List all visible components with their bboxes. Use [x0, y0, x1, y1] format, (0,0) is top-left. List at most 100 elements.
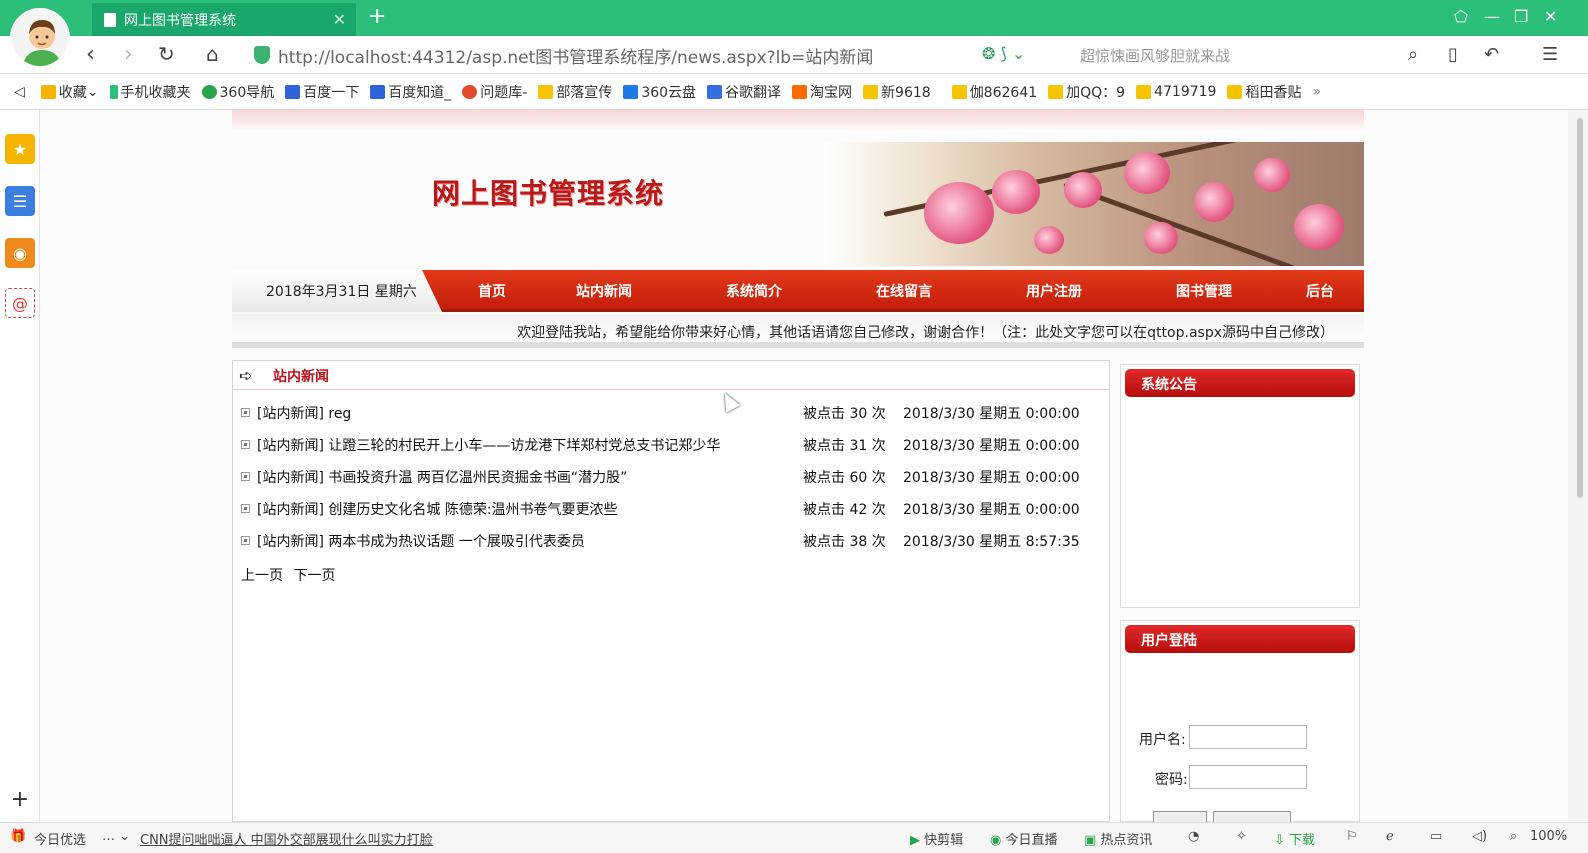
nav-message[interactable]: 在线留言 — [876, 281, 932, 301]
page-viewport: 网上图书管理系统 2018年3月31日 星期六 首页 站内新闻 系统简介 在线留… — [40, 110, 1568, 822]
nav-admin[interactable]: 后台 — [1306, 281, 1334, 301]
url-text[interactable]: http://localhost:44312/asp.net图书管理系统程序/n… — [278, 43, 873, 68]
prev-page-link[interactable]: 上一页 — [241, 568, 283, 584]
bookmarks-collapse-icon[interactable]: ◁ — [14, 84, 25, 100]
home-icon[interactable]: ⌂ — [206, 42, 219, 66]
bookmark-item[interactable]: 问题库- — [462, 82, 527, 102]
bookmark-item[interactable]: 百度一下 — [285, 82, 359, 102]
play-circle-icon: ◉ — [990, 833, 1006, 848]
bookmark-item[interactable]: 手机收藏夹 — [109, 82, 191, 102]
mail-icon[interactable]: @ — [5, 288, 35, 318]
download-item[interactable]: ⇩ 下载 — [1274, 829, 1315, 848]
nav-home[interactable]: 首页 — [478, 281, 506, 301]
back-icon[interactable]: ‹ — [86, 42, 95, 67]
bookmark-item[interactable]: 加QQ：9 — [1048, 82, 1125, 102]
login-button[interactable] — [1153, 811, 1207, 822]
nav-intro[interactable]: 系统简介 — [726, 281, 782, 301]
blossom — [1064, 172, 1102, 208]
news-hits: 被点击 30 次 — [803, 406, 886, 422]
shield-icon — [254, 46, 270, 64]
play-icon: ▶ — [910, 833, 925, 848]
next-page-link[interactable]: 下一页 — [293, 568, 335, 584]
folder-icon — [538, 84, 554, 99]
today-pick-link[interactable]: 今日优选 — [34, 829, 86, 848]
news-section-title: 站内新闻 — [273, 369, 329, 385]
search-suggestion[interactable]: 超惊悚画风够胆就来战 — [1080, 45, 1230, 66]
bookmark-item[interactable]: 百度知道_ — [370, 82, 451, 102]
reload-icon[interactable]: ↻ — [158, 42, 175, 66]
scrollbar-thumb[interactable] — [1577, 118, 1583, 498]
bookmark-item[interactable]: 4719719 — [1136, 84, 1216, 100]
register-button[interactable] — [1213, 811, 1291, 822]
forward-icon[interactable]: › — [124, 42, 133, 67]
search-icon[interactable]: ⌕ — [1408, 44, 1418, 65]
skin-icon[interactable]: ⬠ — [1454, 7, 1468, 26]
live-item[interactable]: ◉ 今日直播 — [990, 829, 1058, 848]
news-title-link[interactable]: [站内新闻] 书画投资升温 两百亿温州民资掘金书画“潜力股” — [257, 467, 627, 487]
bookmark-item[interactable]: 伽862641 — [951, 82, 1037, 102]
url-field[interactable]: http://localhost:44312/asp.net图书管理系统程序/n… — [254, 41, 1054, 69]
folder-icon — [863, 84, 879, 99]
bookmark-item[interactable]: 360导航 — [201, 82, 275, 102]
minimize-icon[interactable]: — — [1484, 7, 1500, 26]
pin-icon[interactable]: ✧ — [1236, 829, 1247, 844]
bookmark-label: 手机收藏夹 — [120, 84, 191, 101]
bookmark-item[interactable]: 收藏 ⌄ — [40, 82, 99, 102]
add-icon[interactable]: + — [5, 784, 35, 814]
close-window-icon[interactable]: ✕ — [1544, 7, 1557, 26]
window-icon[interactable]: ▭ — [1430, 829, 1442, 844]
speed-icon[interactable]: ❂ ⟆ ⌄ — [982, 44, 1025, 63]
headline-link[interactable]: CNN提问咄咄逼人 中国外交部展现什么叫实力打脸 — [140, 829, 433, 848]
bookmark-item[interactable]: 部落宣传 — [538, 82, 612, 102]
bookmark-item[interactable]: 360云盘 — [623, 82, 696, 102]
news-title-link[interactable]: [站内新闻] 创建历史文化名城 陈德荣:温州书卷气要更浓些 — [257, 499, 618, 519]
bookmark-label: 360云盘 — [641, 84, 697, 101]
s-logo-icon — [462, 84, 478, 99]
more-bookmarks-icon[interactable]: » — [1312, 84, 1321, 100]
blossom — [1294, 204, 1344, 250]
favorites-star-icon[interactable]: ★ — [5, 134, 35, 164]
news-date: 2018/3/30 星期五 0:00:00 — [903, 470, 1080, 486]
blossom — [924, 182, 994, 244]
ie-icon[interactable]: ℯ — [1386, 829, 1394, 844]
news-title-link[interactable]: [站内新闻] reg — [257, 403, 351, 423]
undo-icon[interactable]: ↶ — [1484, 44, 1499, 65]
bookmark-item[interactable]: 新9618 — [863, 82, 931, 102]
username-label: 用户名: — [1139, 732, 1186, 748]
news-hits: 被点击 38 次 — [803, 534, 886, 550]
list-icon[interactable]: ☰ — [5, 186, 35, 216]
flag-icon[interactable]: ⚐ — [1346, 829, 1358, 844]
bookmark-label: 360导航 — [219, 84, 275, 101]
news-item[interactable]: ▣ 热点资讯 — [1084, 829, 1152, 848]
notice-box: 系统公告 — [1120, 364, 1360, 608]
nav-books[interactable]: 图书管理 — [1176, 281, 1232, 301]
status-label: 热点资讯 — [1100, 833, 1153, 848]
welcome-text: 欢迎登陆我站，希望能给你带来好心情，其他话语请您自己修改，谢谢合作！（注：此处文… — [517, 325, 1334, 341]
zoom-level[interactable]: 100% — [1530, 829, 1567, 844]
bookmark-label: 百度一下 — [303, 84, 360, 101]
username-input[interactable] — [1189, 725, 1307, 749]
restore-icon[interactable]: ❐ — [1514, 7, 1528, 26]
page-icon — [104, 12, 116, 27]
menu-icon[interactable]: ☰ — [1542, 44, 1558, 65]
video-edit-item[interactable]: ▶ 快剪辑 — [910, 829, 963, 848]
password-input[interactable] — [1189, 765, 1307, 789]
nav-register[interactable]: 用户注册 — [1026, 281, 1082, 301]
bookmark-item[interactable]: 淘宝网 — [792, 82, 852, 102]
news-date: 2018/3/30 星期五 8:57:35 — [903, 534, 1080, 550]
nav-news[interactable]: 站内新闻 — [576, 281, 632, 301]
tab-active[interactable]: 网上图书管理系统 ✕ — [92, 3, 356, 36]
zoom-icon[interactable]: ⌕ — [1510, 829, 1517, 844]
bookmark-item[interactable]: 稻田香贴 — [1227, 82, 1301, 102]
sound-icon[interactable]: ◁) — [1472, 829, 1487, 844]
bookmark-item[interactable]: 谷歌翻译 — [707, 82, 781, 102]
user-avatar[interactable] — [10, 8, 70, 68]
news-title-link[interactable]: [站内新闻] 两本书成为热议话题 一个展吸引代表委员 — [257, 531, 585, 551]
reader-icon[interactable]: ▯ — [1448, 44, 1458, 65]
close-tab-icon[interactable]: ✕ — [333, 10, 346, 29]
news-title-link[interactable]: [站内新闻] 让蹬三轮的村民开上小车——访龙港下垟郑村党总支书记郑少华 — [257, 435, 720, 455]
weibo-icon[interactable]: ◉ — [5, 238, 35, 268]
new-tab-button[interactable]: + — [368, 4, 386, 29]
speed-up-icon[interactable]: ◔ — [1188, 829, 1199, 844]
bookmark-label: 4719719 — [1154, 83, 1217, 100]
